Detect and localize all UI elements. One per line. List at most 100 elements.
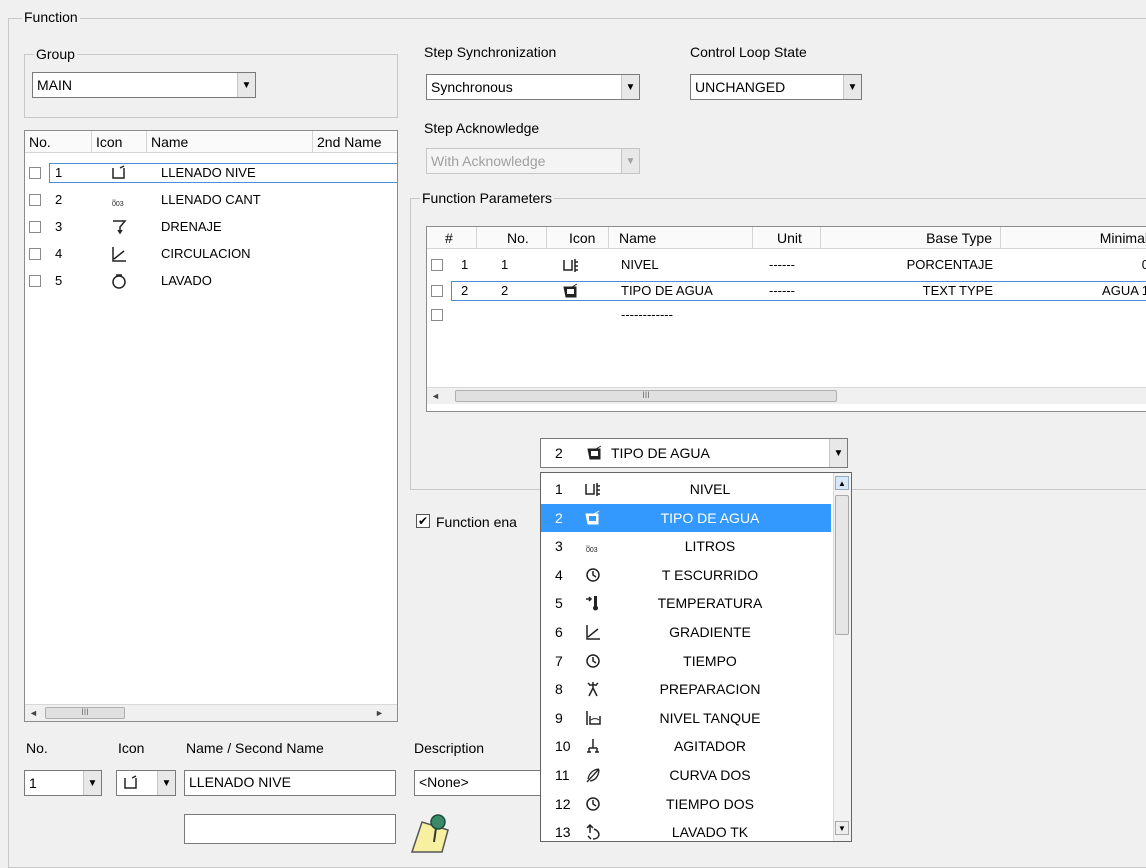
table-row[interactable]: 4 CIRCULACION: [25, 244, 397, 264]
bottom-icon-label: Icon: [118, 740, 145, 756]
dropdown-item[interactable]: 12 TIEMPO DOS: [541, 790, 831, 818]
col-header-icon[interactable]: Icon: [547, 227, 609, 249]
row-name: NIVEL: [621, 257, 659, 272]
dropdown-item-num: 13: [555, 824, 571, 841]
dropdown-item[interactable]: 1 NIVEL: [541, 475, 831, 503]
table-row[interactable]: 1 LLENADO NIVE: [25, 163, 397, 183]
chevron-down-icon[interactable]: ▼: [621, 75, 639, 99]
col-header-2nd-name[interactable]: 2nd Name: [313, 131, 397, 153]
second-name-input[interactable]: [184, 814, 396, 844]
dropdown-item-num: 6: [555, 624, 563, 640]
table-row[interactable]: ------------: [427, 305, 1146, 325]
scroll-left-icon[interactable]: ◄: [25, 705, 42, 721]
row-name: LLENADO NIVE: [161, 165, 256, 180]
dropdown-item[interactable]: 9 NIVEL TANQUE: [541, 704, 831, 732]
row-no: 1: [501, 257, 509, 272]
scroll-up-icon[interactable]: ▲: [835, 476, 849, 490]
group-groupbox-title: Group: [34, 46, 77, 62]
dropdown-item[interactable]: 10 AGITADOR: [541, 732, 831, 760]
col-header-no[interactable]: No.: [477, 227, 547, 249]
dropdown-item[interactable]: 8 PREPARACION: [541, 675, 831, 703]
dropdown-item[interactable]: 7 TIEMPO: [541, 647, 831, 675]
scroll-thumb[interactable]: III: [45, 707, 125, 719]
row-checkbox[interactable]: [431, 285, 443, 297]
chevron-down-icon[interactable]: ▼: [829, 439, 847, 467]
col-header-base-type[interactable]: Base Type: [821, 227, 1001, 249]
params-hscrollbar[interactable]: ◄ III: [427, 387, 1146, 404]
dropdown-item-label: NIVEL TANQUE: [659, 709, 761, 726]
function-params-table[interactable]: # No. Icon Name Unit Base Type Minimal 1…: [426, 226, 1146, 412]
chevron-down-icon[interactable]: ▼: [83, 771, 101, 795]
step-sync-value: Synchronous: [431, 79, 513, 95]
functions-list-hscrollbar[interactable]: ◄ III ►: [25, 704, 397, 721]
table-row[interactable]: 1 1 NIVEL ------ PORCENTAJE 0: [427, 255, 1146, 275]
dropdown-item-label: TEMPERATURA: [657, 595, 763, 612]
chevron-down-icon[interactable]: ▼: [157, 771, 175, 795]
scroll-left-icon[interactable]: ◄: [427, 388, 444, 404]
row-hash: 2: [461, 283, 469, 298]
functions-list[interactable]: No. Icon Name 2nd Name 1 LLENADO NIVE 2 …: [24, 130, 398, 722]
dropdown-item[interactable]: 11 CURVA DOS: [541, 761, 831, 789]
step-sync-select[interactable]: Synchronous ▼: [426, 74, 640, 100]
no-select[interactable]: 1 ▼: [24, 770, 102, 796]
col-header-name[interactable]: Name: [147, 131, 313, 153]
row-name: ------------: [621, 307, 673, 322]
dropdown-item[interactable]: 13 LAVADO TK: [541, 818, 831, 841]
col-header-unit[interactable]: Unit: [753, 227, 821, 249]
dropdown-item[interactable]: 5 TEMPERATURA: [541, 589, 831, 617]
table-row[interactable]: 3 DRENAJE: [25, 217, 397, 237]
row-checkbox[interactable]: [29, 248, 41, 260]
chevron-down-icon[interactable]: ▼: [843, 75, 861, 99]
scroll-down-icon[interactable]: ▼: [835, 821, 849, 835]
row-checkbox[interactable]: [431, 309, 443, 321]
group-select[interactable]: MAIN ▼: [32, 72, 256, 98]
description-label: Description: [414, 740, 485, 756]
dropdown-item-num: 11: [555, 767, 570, 783]
icon-select[interactable]: ▼: [116, 770, 176, 796]
table-row[interactable]: 2 ꞈꞈ 003 LLENADO CANT: [25, 190, 397, 210]
name-input[interactable]: LLENADO NIVE: [184, 770, 396, 796]
svg-text:003: 003: [586, 547, 598, 554]
row-checkbox[interactable]: [29, 275, 41, 287]
row-checkbox[interactable]: [431, 259, 443, 271]
step-sync-label: Step Synchronization: [424, 44, 557, 60]
row-hash: 1: [461, 257, 469, 272]
function-enabled-checkbox[interactable]: ✔: [416, 514, 430, 528]
tank-level-icon: [586, 710, 601, 725]
dropdown-vscrollbar[interactable]: ▲ ▼: [833, 473, 851, 841]
param-select[interactable]: 2 TIPO DE AGUA ▼: [540, 438, 848, 468]
scroll-right-icon[interactable]: ►: [371, 705, 388, 721]
dropdown-item-num: 10: [555, 738, 571, 755]
scroll-thumb[interactable]: III: [455, 390, 837, 402]
dropdown-item[interactable]: 4 T ESCURRIDO: [541, 561, 831, 589]
col-header-hash[interactable]: #: [427, 227, 477, 249]
dropdown-item-num: 12: [555, 795, 571, 812]
agitator-icon: [587, 739, 599, 754]
row-name: LLENADO CANT: [161, 192, 261, 207]
table-row[interactable]: 2 2 TIPO DE AGUA ------ TEXT TYPE AGUA 1: [427, 281, 1146, 301]
row-checkbox[interactable]: [29, 167, 41, 179]
col-header-minimal[interactable]: Minimal: [1001, 227, 1146, 249]
dropdown-item-label: AGITADOR: [673, 738, 747, 755]
dropdown-item-num: 7: [555, 652, 563, 669]
row-no: 4: [55, 246, 63, 261]
row-checkbox[interactable]: [29, 194, 41, 206]
chevron-down-icon[interactable]: ▼: [237, 73, 255, 97]
table-row[interactable]: 5 LAVADO: [25, 271, 397, 291]
scroll-thumb[interactable]: [835, 495, 849, 635]
col-header-icon[interactable]: Icon: [92, 131, 147, 153]
dropdown-item[interactable]: 3 ꞈꞈ 003 LITROS: [541, 532, 831, 560]
control-loop-select[interactable]: UNCHANGED ▼: [690, 74, 862, 100]
water-type-icon: [563, 283, 578, 298]
col-header-no[interactable]: No.: [25, 131, 92, 153]
no-select-value: 1: [29, 775, 37, 791]
dropdown-item[interactable]: 6 GRADIENTE: [541, 618, 831, 646]
col-header-name[interactable]: Name: [609, 227, 753, 249]
row-checkbox[interactable]: [29, 221, 41, 233]
param-dropdown-list[interactable]: 1 NIVEL 2 TIPO DE AGUA 3 ꞈꞈ 003 LITROS 4 T ESCURR…: [540, 472, 852, 842]
step-ack-label: Step Acknowledge: [424, 120, 540, 136]
control-loop-label: Control Loop State: [690, 44, 807, 60]
dropdown-item-num: 1: [555, 481, 563, 497]
level-icon: [585, 483, 600, 496]
dropdown-item[interactable]: 2 TIPO DE AGUA: [541, 503, 831, 532]
